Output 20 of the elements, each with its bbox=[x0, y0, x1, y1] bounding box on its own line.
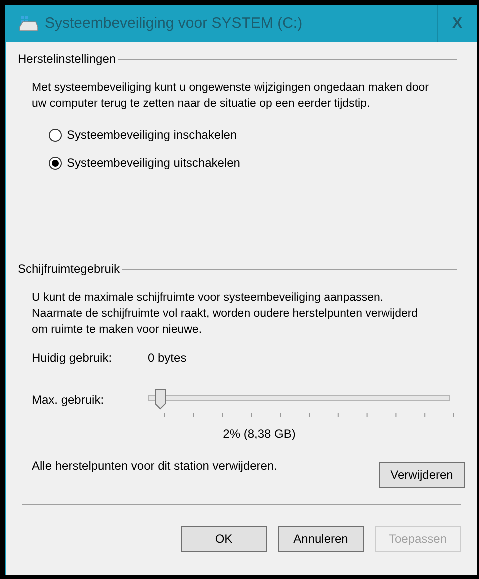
window-title: Systeembeveiliging voor SYSTEM (C:) bbox=[45, 15, 304, 32]
dialog-button[interactable]: OK bbox=[181, 526, 267, 552]
usage-value: 0 bytes bbox=[148, 351, 187, 365]
radio-option[interactable]: Systeembeveiliging inschakelen bbox=[49, 128, 465, 142]
section-heading: Schijfruimtegebruik bbox=[18, 262, 120, 276]
field-label: Max. gebruik: bbox=[32, 392, 106, 406]
dialog-button[interactable]: Annuleren bbox=[278, 526, 364, 552]
slider-reading: 2% (8,38 GB) bbox=[223, 427, 296, 441]
slider-thumb[interactable] bbox=[155, 389, 166, 410]
section-heading: Herstelinstellingen bbox=[18, 52, 116, 66]
radio-option[interactable]: Systeembeveiliging uitschakelen bbox=[49, 156, 465, 170]
radio-button[interactable] bbox=[49, 128, 62, 142]
description-text: U kunt de maximale schijfruimte voor systeembeveiliging aanpassen. Naarmate de schijfruimte vol raakt, worden oudere herstelpunten verwijderd om ruimte te maken voor nieuwe. bbox=[32, 291, 420, 338]
description-text: Met systeembeveiliging kunt u ongewenste wijzigingen ongedaan maken door uw computer terug te zetten naar de situatie op een eerder tijdstip. bbox=[32, 81, 430, 112]
slider-track[interactable] bbox=[148, 389, 450, 410]
delete-text: Alle herstelpunten voor dit station verwijderen. bbox=[32, 459, 278, 473]
radio-button[interactable] bbox=[49, 156, 62, 170]
delete-button[interactable]: Verwijderen bbox=[379, 462, 465, 488]
field-label: Huidig gebruik: bbox=[32, 351, 114, 365]
drive-icon bbox=[19, 16, 39, 32]
